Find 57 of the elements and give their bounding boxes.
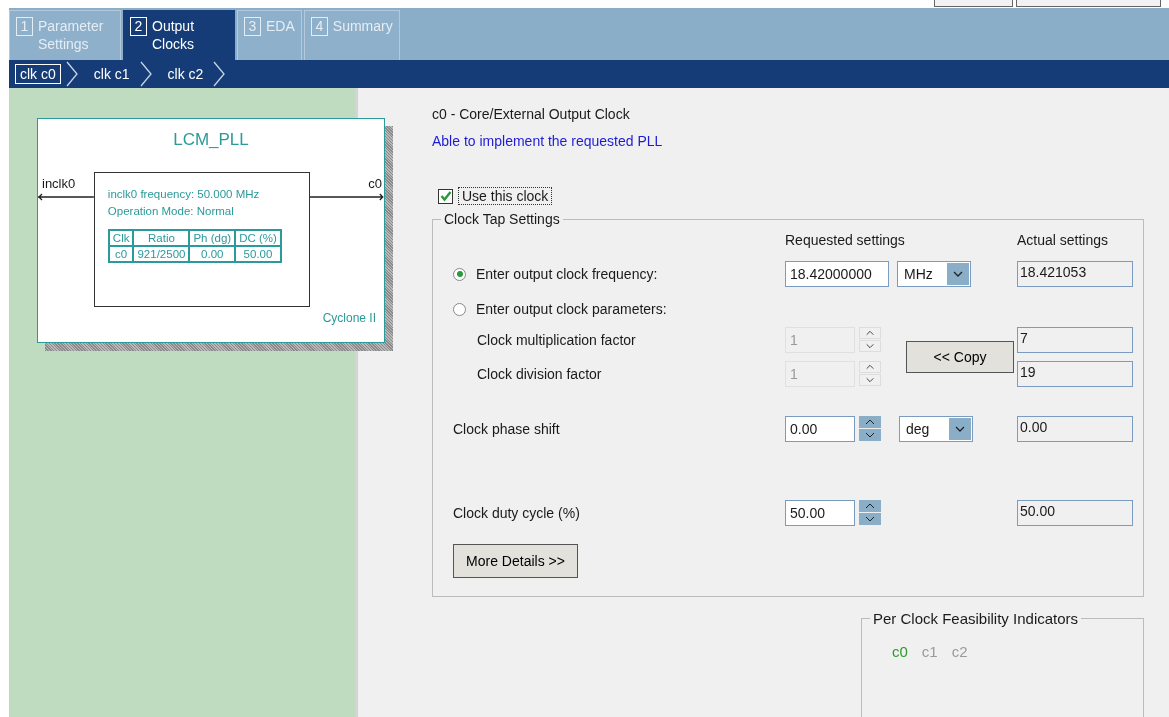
checkbox-label: Use this clock bbox=[458, 187, 553, 205]
unit-dropdown[interactable]: deg bbox=[899, 416, 973, 442]
clock-step[interactable]: clk c1 bbox=[88, 64, 135, 84]
field-label: Clock phase shift bbox=[453, 421, 560, 437]
actual-value-field: 18.421053 bbox=[1017, 261, 1133, 287]
status-message: Able to implement the requested PLL bbox=[432, 133, 664, 149]
clock-heading: c0 - Core/External Output Clock bbox=[432, 106, 631, 122]
block-info-text: Operation Mode: Normal bbox=[107, 205, 235, 217]
chevron-icon bbox=[212, 60, 227, 88]
more-details-button[interactable]: More Details >> bbox=[453, 544, 578, 578]
value-field[interactable]: 0.00 bbox=[785, 416, 855, 442]
clock-indicator: c0 bbox=[892, 643, 908, 662]
partial-button[interactable] bbox=[934, 0, 1013, 7]
radio-button[interactable] bbox=[453, 302, 466, 316]
radio-label: Enter output clock frequency: bbox=[476, 266, 658, 282]
value-field[interactable]: 50.00 bbox=[785, 500, 855, 526]
group-title: Clock Tap Settings bbox=[441, 211, 563, 227]
field-label: Clock division factor bbox=[477, 366, 602, 382]
actual-value-field: 19 bbox=[1017, 361, 1133, 387]
field-label: Clock multiplication factor bbox=[477, 332, 636, 348]
unit-dropdown[interactable]: MHz bbox=[897, 261, 971, 287]
block-info-text: inclk0 frequency: 50.000 MHz bbox=[107, 188, 261, 200]
field-label: Clock duty cycle (%) bbox=[453, 505, 580, 521]
checkbox[interactable] bbox=[438, 188, 453, 204]
input-arrow bbox=[38, 193, 94, 201]
port-label: inclk0 bbox=[42, 176, 76, 191]
partial-button[interactable] bbox=[1016, 0, 1161, 7]
table-header: Ph (dg) bbox=[189, 230, 236, 246]
device-label: Cyclone II bbox=[322, 311, 376, 325]
group-title: Per Clock Feasibility Indicators bbox=[870, 610, 1082, 627]
port-label: c0 bbox=[368, 176, 382, 191]
column-header: Requested settings bbox=[785, 232, 906, 248]
wizard-tab[interactable]: 2 Output Clocks bbox=[123, 10, 235, 60]
table-header: Ratio bbox=[133, 230, 190, 246]
table-header: DC (%) bbox=[235, 230, 281, 246]
clock-indicator: c1 bbox=[921, 643, 938, 662]
spinner-buttons[interactable] bbox=[859, 416, 881, 442]
clock-step[interactable]: clk c0 bbox=[15, 64, 61, 84]
actual-value-field: 7 bbox=[1017, 327, 1133, 353]
copy-button[interactable]: << Copy bbox=[906, 341, 1014, 373]
table-cell: 921/2500 bbox=[133, 246, 190, 262]
actual-value-field: 0.00 bbox=[1017, 416, 1133, 442]
actual-value-field: 50.00 bbox=[1017, 500, 1133, 526]
table-cell: 0.00 bbox=[189, 246, 236, 262]
radio-label: Enter output clock parameters: bbox=[476, 301, 667, 317]
radio-button[interactable] bbox=[453, 267, 466, 281]
column-header: Actual settings bbox=[1017, 232, 1110, 248]
spinner-buttons[interactable] bbox=[859, 500, 881, 526]
chevron-icon bbox=[138, 60, 153, 88]
chevron-icon bbox=[64, 60, 79, 88]
table-header: Clk bbox=[108, 230, 134, 246]
clock-indicator: c2 bbox=[951, 643, 968, 662]
block-title: LCM_PLL bbox=[172, 130, 250, 150]
table-cell: c0 bbox=[108, 246, 134, 262]
table-cell: 50.00 bbox=[235, 246, 281, 262]
frequency-field[interactable]: 18.42000000 bbox=[785, 261, 889, 287]
clock-step[interactable]: clk c2 bbox=[162, 64, 209, 84]
